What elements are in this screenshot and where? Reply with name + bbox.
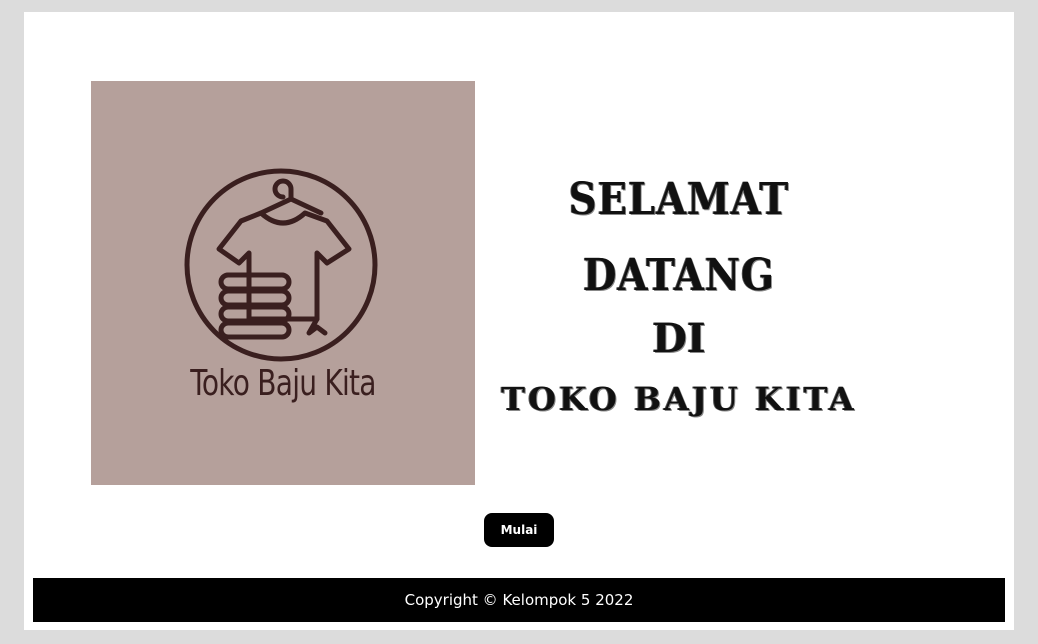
copyright-text: Copyright © Kelompok 5 2022 (404, 591, 634, 609)
welcome-line-3: TOKO BAJU KITA (501, 380, 857, 418)
footer: Copyright © Kelompok 5 2022 (33, 578, 1005, 622)
main-page: Toko Baju Kita SELAMAT DATANG DI TOKO BA… (24, 12, 1014, 630)
welcome-heading: SELAMAT DATANG DI TOKO BAJU KITA (484, 162, 874, 434)
logo-text: Toko Baju Kita (190, 363, 376, 404)
welcome-line-1: SELAMAT DATANG (568, 174, 790, 301)
shirt-hanger-icon (184, 168, 378, 362)
store-logo: Toko Baju Kita (91, 81, 475, 485)
start-button[interactable]: Mulai (484, 513, 554, 547)
welcome-line-2: DI (652, 315, 706, 362)
